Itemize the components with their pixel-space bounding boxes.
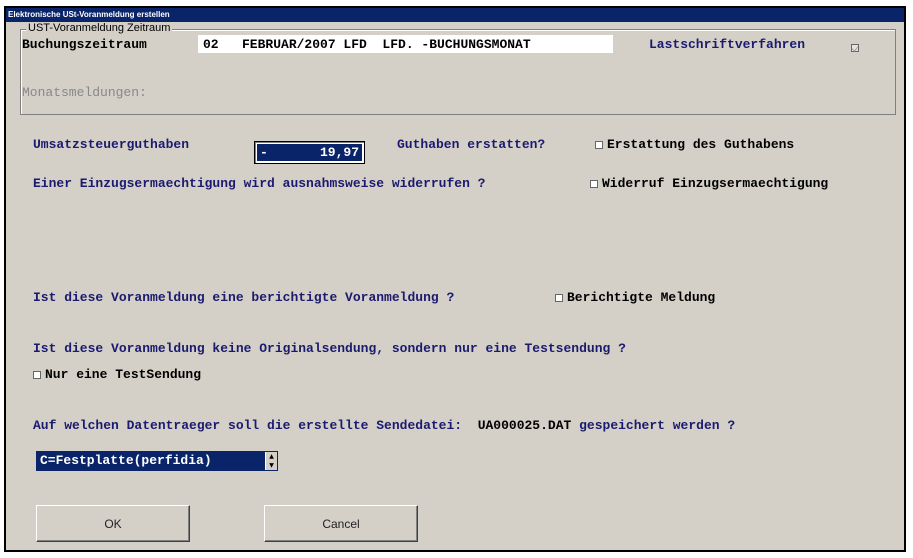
checkbox-icon xyxy=(33,370,41,379)
monthly-label: Monatsmeldungen: xyxy=(22,85,147,100)
storage-question: Auf welchen Datentraeger soll die erstel… xyxy=(33,418,735,433)
period-label: Buchungszeitraum xyxy=(22,37,147,52)
credit-label: Umsatzsteuerguthaben xyxy=(33,137,190,152)
revoke-question: Einer Einzugsermaechtigung wird ausnahms… xyxy=(33,176,486,191)
debit-label: Lastschriftverfahren xyxy=(649,37,806,52)
test-checkbox[interactable]: Nur eine TestSendung xyxy=(33,367,201,382)
window-title: Elektronische USt-Voranmeldung erstellen xyxy=(6,8,904,22)
revoke-checkbox[interactable]: Widerruf Einzugsermaechtigung xyxy=(590,176,828,191)
credit-value: 19,97 xyxy=(319,145,359,160)
period-value: 02 FEBRUAR/2007 LFD LFD. -BUCHUNGSMONAT xyxy=(203,37,531,52)
corrected-checkbox-label: Berichtigte Meldung xyxy=(567,290,716,305)
dialog-window: Elektronische USt-Voranmeldung erstellen… xyxy=(4,6,906,552)
cancel-button[interactable]: Cancel xyxy=(264,505,418,542)
storage-select[interactable]: C=Festplatte(perfidia) ▲ ▼ xyxy=(36,451,278,471)
period-group-legend: UST-Voranmeldung Zeitraum xyxy=(26,22,173,34)
spinner-down-icon[interactable]: ▼ xyxy=(266,461,277,470)
test-checkbox-label: Nur eine TestSendung xyxy=(45,367,202,382)
ok-button[interactable]: OK xyxy=(36,505,190,542)
debit-checkbox[interactable] xyxy=(851,39,863,57)
storage-question-suffix: gespeichert werden ? xyxy=(579,418,736,433)
corrected-question: Ist diese Voranmeldung eine berichtigte … xyxy=(33,290,455,305)
credit-sign: - xyxy=(260,145,268,160)
revoke-checkbox-label: Widerruf Einzugsermaechtigung xyxy=(602,176,829,191)
checkbox-icon xyxy=(595,140,603,149)
credit-amount-field[interactable]: - 19,97 xyxy=(254,141,365,164)
checkbox-icon xyxy=(590,179,598,188)
storage-selected-value: C=Festplatte(perfidia) xyxy=(40,453,212,468)
storage-question-prefix: Auf welchen Datentraeger soll die erstel… xyxy=(33,418,463,433)
refund-checkbox[interactable]: Erstattung des Guthabens xyxy=(595,137,794,152)
corrected-checkbox[interactable]: Berichtigte Meldung xyxy=(555,290,715,305)
test-question: Ist diese Voranmeldung keine Originalsen… xyxy=(33,341,626,356)
refund-question: Guthaben erstatten? xyxy=(397,137,546,152)
refund-checkbox-label: Erstattung des Guthabens xyxy=(607,137,795,152)
spinner-up-icon[interactable]: ▲ xyxy=(266,452,277,461)
checkbox-icon xyxy=(555,293,563,302)
checkbox-checked-icon xyxy=(851,44,859,53)
spinner-control[interactable]: ▲ ▼ xyxy=(265,452,277,470)
storage-filename: UA000025.DAT xyxy=(477,418,572,433)
